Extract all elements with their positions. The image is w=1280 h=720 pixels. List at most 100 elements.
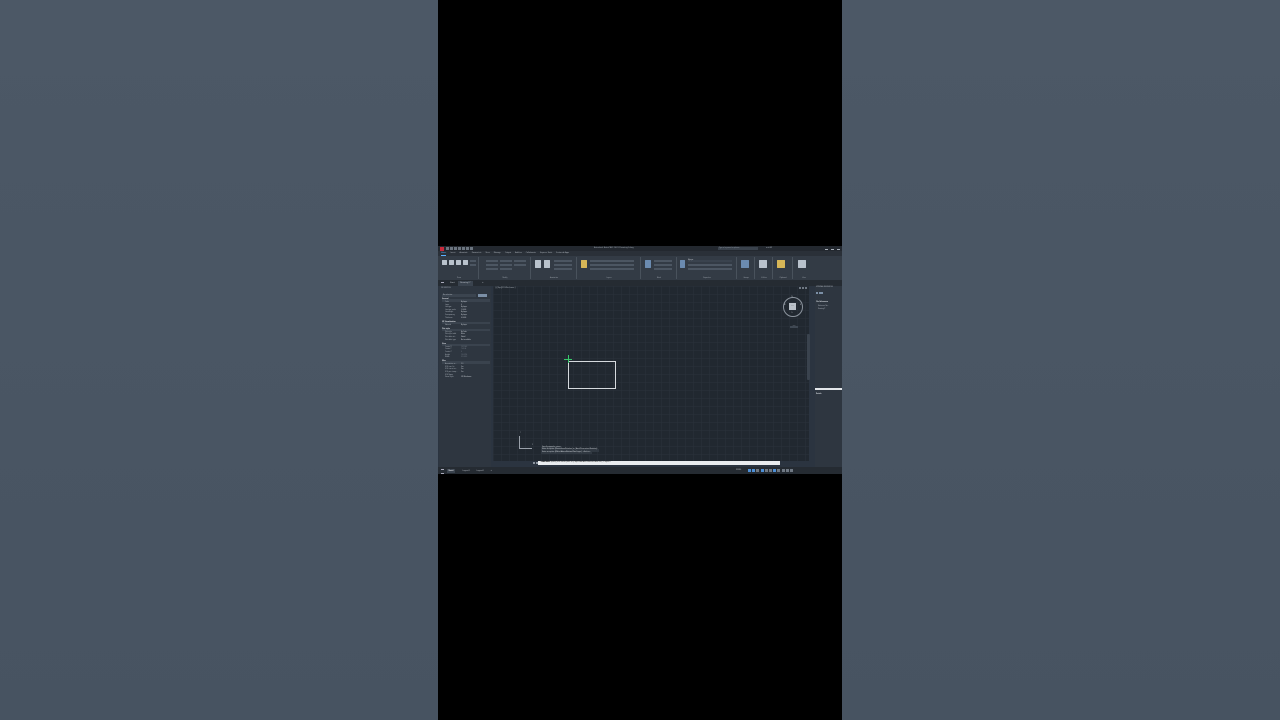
viewport-controls xyxy=(799,287,807,289)
new-layout-button[interactable]: + xyxy=(489,469,494,473)
dimension-icon[interactable] xyxy=(544,260,550,268)
close-viewport-icon[interactable] xyxy=(805,287,807,289)
property-value: 31.3223 xyxy=(461,357,468,359)
minimize-viewport-icon[interactable] xyxy=(799,287,801,289)
panel-label: Modify xyxy=(502,278,508,279)
line-icon[interactable] xyxy=(442,260,447,265)
property-key: Thickness xyxy=(445,317,453,319)
quick-access-toolbar xyxy=(446,247,506,250)
polar-icon[interactable] xyxy=(760,469,764,472)
viewcube-top-face[interactable]: TOP xyxy=(789,303,796,310)
property-row[interactable]: Material ByLayer xyxy=(445,325,490,327)
property-value: 0.0000 xyxy=(461,317,467,319)
text-icon[interactable] xyxy=(535,260,541,268)
panel-label: Annotation xyxy=(549,278,559,279)
workspace-icon[interactable] xyxy=(777,469,781,472)
property-row[interactable]: Thickness 0.0000 xyxy=(445,318,490,320)
polyline-icon[interactable] xyxy=(449,260,454,265)
wcs-menu[interactable]: WCS xyxy=(790,326,798,328)
navigation-bar[interactable] xyxy=(807,334,810,380)
command-line[interactable]: - MAXIMIZE Specify first corner point or… xyxy=(538,461,780,465)
user-name[interactable]: autifill xyxy=(766,247,772,249)
panel-label: Properties xyxy=(703,278,711,279)
selection-dropdown[interactable]: No selection xyxy=(442,294,476,297)
snap-icon[interactable] xyxy=(752,469,756,472)
search-box[interactable]: Type a keyword or phrase xyxy=(718,247,758,250)
drawn-rectangle[interactable] xyxy=(568,361,616,389)
circle-icon[interactable] xyxy=(456,260,461,265)
annotation-scale-icon[interactable] xyxy=(773,469,777,472)
tab-layout2[interactable]: Layout2 xyxy=(475,469,485,473)
save-as-icon[interactable] xyxy=(458,247,461,250)
color-dropdown[interactable]: ByLayer xyxy=(688,260,732,262)
panel-properties: ByLayer Properties xyxy=(678,257,737,279)
quick-select-icon[interactable] xyxy=(484,294,487,297)
redo-icon[interactable] xyxy=(470,247,473,250)
tab-drawing1[interactable]: Drawing1* xyxy=(458,280,473,286)
layout-menu-icon[interactable] xyxy=(441,469,444,474)
isolate-icon[interactable] xyxy=(781,469,785,472)
insert-block-icon[interactable] xyxy=(645,260,651,268)
command-name: - MAXIMIZE xyxy=(540,462,551,463)
details-header: Details xyxy=(816,394,822,395)
xref-header: EXTERNAL REFERENCES xyxy=(816,287,833,288)
tab-layout1[interactable]: Layout1 xyxy=(461,469,471,473)
arc-icon[interactable] xyxy=(463,260,468,265)
base-view-icon[interactable] xyxy=(798,260,806,268)
restore-viewport-icon[interactable] xyxy=(802,287,804,289)
compass-east[interactable]: E xyxy=(800,305,801,306)
compass-south[interactable]: S xyxy=(792,313,793,314)
layer-properties-icon[interactable] xyxy=(581,260,587,268)
paste-icon[interactable] xyxy=(777,260,785,268)
customization-icon[interactable] xyxy=(789,469,793,472)
viewport-label[interactable]: [-][Top][2D Wireframe] xyxy=(495,287,515,289)
tab-start[interactable]: Start xyxy=(448,281,457,286)
help-icon[interactable] xyxy=(821,292,823,294)
close-command-icon[interactable] xyxy=(533,461,535,464)
app-logo-icon[interactable] xyxy=(440,246,444,251)
letterbox-left xyxy=(0,0,438,720)
property-value: Not available xyxy=(461,339,471,341)
tab-model[interactable]: Model xyxy=(447,468,456,473)
model-space-button[interactable]: MODEL xyxy=(736,469,741,473)
status-bar: Model Layout1 Layout2 + MODEL xyxy=(438,467,842,474)
ucs-icon xyxy=(519,436,532,449)
panel-view: View xyxy=(794,257,814,279)
fullscreen-icon[interactable] xyxy=(785,469,789,472)
panel-label: Layers xyxy=(606,278,612,279)
external-references-palette: EXTERNAL REFERENCES File References Refe… xyxy=(815,286,842,468)
compass-north[interactable]: N xyxy=(792,297,793,298)
measure-icon[interactable] xyxy=(759,260,767,268)
viewcube[interactable]: TOP N S E W xyxy=(783,297,803,317)
plot-icon[interactable] xyxy=(462,247,465,250)
property-row[interactable]: Width 31.3223 xyxy=(445,357,490,359)
maximize-icon[interactable] xyxy=(831,247,834,250)
reference-name-column[interactable]: Reference Na... xyxy=(818,306,829,307)
palette-divider[interactable] xyxy=(815,388,842,390)
lineweight-icon[interactable] xyxy=(768,469,772,472)
ucs-y-label: Y xyxy=(520,433,521,434)
command-history: Specify opposite corner: Enter an option… xyxy=(541,447,599,455)
panel-annotation: Annotation xyxy=(532,257,577,279)
undo-icon[interactable] xyxy=(466,247,469,250)
panel-label: View xyxy=(802,278,806,279)
ortho-icon[interactable] xyxy=(756,469,760,472)
grid-icon[interactable] xyxy=(748,469,751,472)
reference-drawing1[interactable]: Drawing1* xyxy=(818,309,825,310)
property-row[interactable]: Plot table type Not available xyxy=(445,340,490,342)
compass-west[interactable]: W xyxy=(784,305,785,306)
letterbox-right xyxy=(842,0,1280,720)
close-icon[interactable] xyxy=(837,247,840,250)
new-icon[interactable] xyxy=(446,247,449,250)
open-icon[interactable] xyxy=(450,247,453,250)
group-icon[interactable] xyxy=(741,260,749,268)
osnap-icon[interactable] xyxy=(764,469,768,472)
property-row[interactable]: Visual Style 2D Wireframe xyxy=(445,377,490,379)
panel-label: Utilities xyxy=(761,278,767,279)
minimize-icon[interactable] xyxy=(825,247,828,250)
drawing-area[interactable]: [-][Top][2D Wireframe] TOP N S E W WCS X… xyxy=(493,286,810,461)
new-tab-button[interactable]: + xyxy=(480,281,486,286)
save-icon[interactable] xyxy=(454,247,457,250)
property-key: Width xyxy=(445,357,450,359)
match-properties-icon[interactable] xyxy=(680,260,685,268)
